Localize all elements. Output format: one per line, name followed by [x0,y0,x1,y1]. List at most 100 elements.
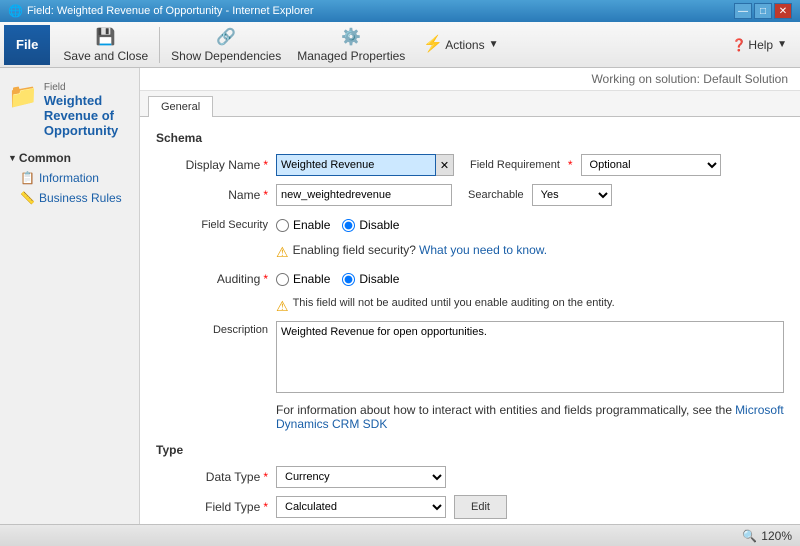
display-name-row: Display Name * ✕ Field Requirement * Opt… [156,153,784,177]
zoom-area: 🔍 120% [742,529,792,543]
close-button[interactable]: ✕ [774,3,792,19]
show-dependencies-button[interactable]: 🔗 Show Dependencies [164,25,288,65]
warning-text: Enabling field security? What you need t… [293,243,548,257]
section-triangle-icon: ▼ [8,153,17,163]
description-textarea[interactable]: Weighted Revenue for open opportunities. [276,321,784,393]
auditing-label: Auditing * [156,272,276,286]
field-security-disable-option[interactable]: Disable [342,218,399,232]
auditing-enable-radio[interactable] [276,273,289,286]
sidebar: 📁 Field Weighted Revenue of Opportunity … [0,68,140,524]
actions-button[interactable]: ⚡ Actions ▼ [414,25,507,65]
field-security-label: Field Security [156,219,276,231]
business-rules-icon: 📏 [20,191,35,205]
data-type-field: Currency Single Line of Text Whole Numbe… [276,466,784,488]
auditing-disable-option[interactable]: Disable [342,272,399,286]
display-name-input[interactable] [276,154,436,176]
form-area: Schema Display Name * ✕ Field Requiremen… [140,117,800,524]
field-requirement-required: * [568,158,573,172]
auditing-required: * [263,272,268,286]
content-area: Working on solution: Default Solution Ge… [140,68,800,524]
field-type-label: Field [44,82,131,93]
auditing-field: Enable Disable [276,272,784,286]
field-name-label: Weighted Revenue of Opportunity [44,93,131,138]
field-type-row: Field Type * Calculated Simple Rollup Ed… [156,495,784,519]
field-requirement-label: Field Requirement [470,159,560,171]
auditing-disable-radio[interactable] [342,273,355,286]
data-type-row: Data Type * Currency Single Line of Text… [156,465,784,489]
what-you-need-link[interactable]: What you need to know. [419,243,547,257]
help-icon: ❓ [731,38,746,52]
solution-bar: Working on solution: Default Solution [140,68,800,91]
save-close-icon: 💾 [96,27,116,47]
auditing-enable-option[interactable]: Enable [276,272,330,286]
display-name-required: * [263,158,268,172]
managed-props-icon: ⚙️ [341,27,361,47]
data-type-select[interactable]: Currency Single Line of Text Whole Numbe… [276,466,446,488]
file-button[interactable]: File [4,25,50,65]
sidebar-section-header: ▼ Common [0,148,139,168]
warning-icon: ⚠ [276,244,289,261]
auditing-warning-row: ⚠ This field will not be audited until y… [156,297,784,315]
maximize-button[interactable]: □ [754,3,772,19]
sdk-note: For information about how to interact wi… [276,399,784,439]
field-security-warning-row: ⚠ Enabling field security? What you need… [156,243,784,261]
field-requirement-select[interactable]: Optional Business Recommended Business R… [581,154,721,176]
description-label: Description [156,321,276,336]
dependencies-icon: 🔗 [216,27,236,47]
main-content: 📁 Field Weighted Revenue of Opportunity … [0,68,800,524]
zoom-icon: 🔍 [742,529,757,543]
field-type-field: Calculated Simple Rollup Edit [276,495,784,519]
minimize-button[interactable]: — [734,3,752,19]
managed-properties-button[interactable]: ⚙️ Managed Properties [290,25,412,65]
actions-icon: ⚡ [423,34,443,54]
name-required: * [263,188,268,202]
display-name-clear-button[interactable]: ✕ [436,154,454,176]
display-name-field: ✕ Field Requirement * Optional Business … [276,154,784,176]
field-security-disable-radio[interactable] [342,219,355,232]
browser-icon: 🌐 [8,4,23,18]
field-header-icon: 📁 [8,82,38,111]
save-close-button[interactable]: 💾 Save and Close [56,25,155,65]
name-field: Searchable Yes No [276,184,784,206]
auditing-radio-group: Enable Disable [276,272,399,286]
sidebar-item-information[interactable]: 📋 Information [0,168,139,188]
tab-general[interactable]: General [148,96,213,117]
status-bar: 🔍 120% [0,524,800,546]
auditing-warning-text: This field will not be audited until you… [293,297,615,309]
name-input[interactable] [276,184,452,206]
field-type-required: * [263,500,268,514]
help-button[interactable]: ❓ Help ▼ [722,25,796,65]
searchable-select[interactable]: Yes No [532,184,612,206]
field-security-radio-group: Enable Disable [276,218,399,232]
field-security-enable-option[interactable]: Enable [276,218,330,232]
field-security-field: Enable Disable [276,218,784,232]
field-security-enable-radio[interactable] [276,219,289,232]
field-type-label: Field Type * [156,500,276,514]
description-row: Description Weighted Revenue for open op… [156,321,784,393]
type-section-header: Type [156,443,784,457]
title-bar-title: Field: Weighted Revenue of Opportunity -… [27,5,314,17]
tabs: General [140,91,800,117]
zoom-level: 120% [761,529,792,543]
information-icon: 📋 [20,171,35,185]
field-type-select[interactable]: Calculated Simple Rollup [276,496,446,518]
data-type-required: * [263,470,268,484]
auditing-row: Auditing * Enable Disable [156,267,784,291]
auditing-warning-icon: ⚠ [276,298,289,315]
sidebar-item-business-rules[interactable]: 📏 Business Rules [0,188,139,208]
field-header: 📁 Field Weighted Revenue of Opportunity [0,76,139,144]
toolbar-separator-1 [159,27,160,63]
toolbar: File 💾 Save and Close 🔗 Show Dependencie… [0,22,800,68]
data-type-label: Data Type * [156,470,276,484]
field-security-row: Field Security Enable Disable [156,213,784,237]
title-bar: 🌐 Field: Weighted Revenue of Opportunity… [0,0,800,22]
sidebar-common-section: ▼ Common 📋 Information 📏 Business Rules [0,148,139,208]
schema-section-header: Schema [156,131,784,145]
searchable-label: Searchable [468,189,524,201]
actions-dropdown-arrow: ▼ [489,39,499,50]
name-label: Name * [156,188,276,202]
name-row: Name * Searchable Yes No [156,183,784,207]
display-name-label: Display Name * [156,158,276,172]
edit-button[interactable]: Edit [454,495,507,519]
help-dropdown-arrow: ▼ [777,39,787,50]
